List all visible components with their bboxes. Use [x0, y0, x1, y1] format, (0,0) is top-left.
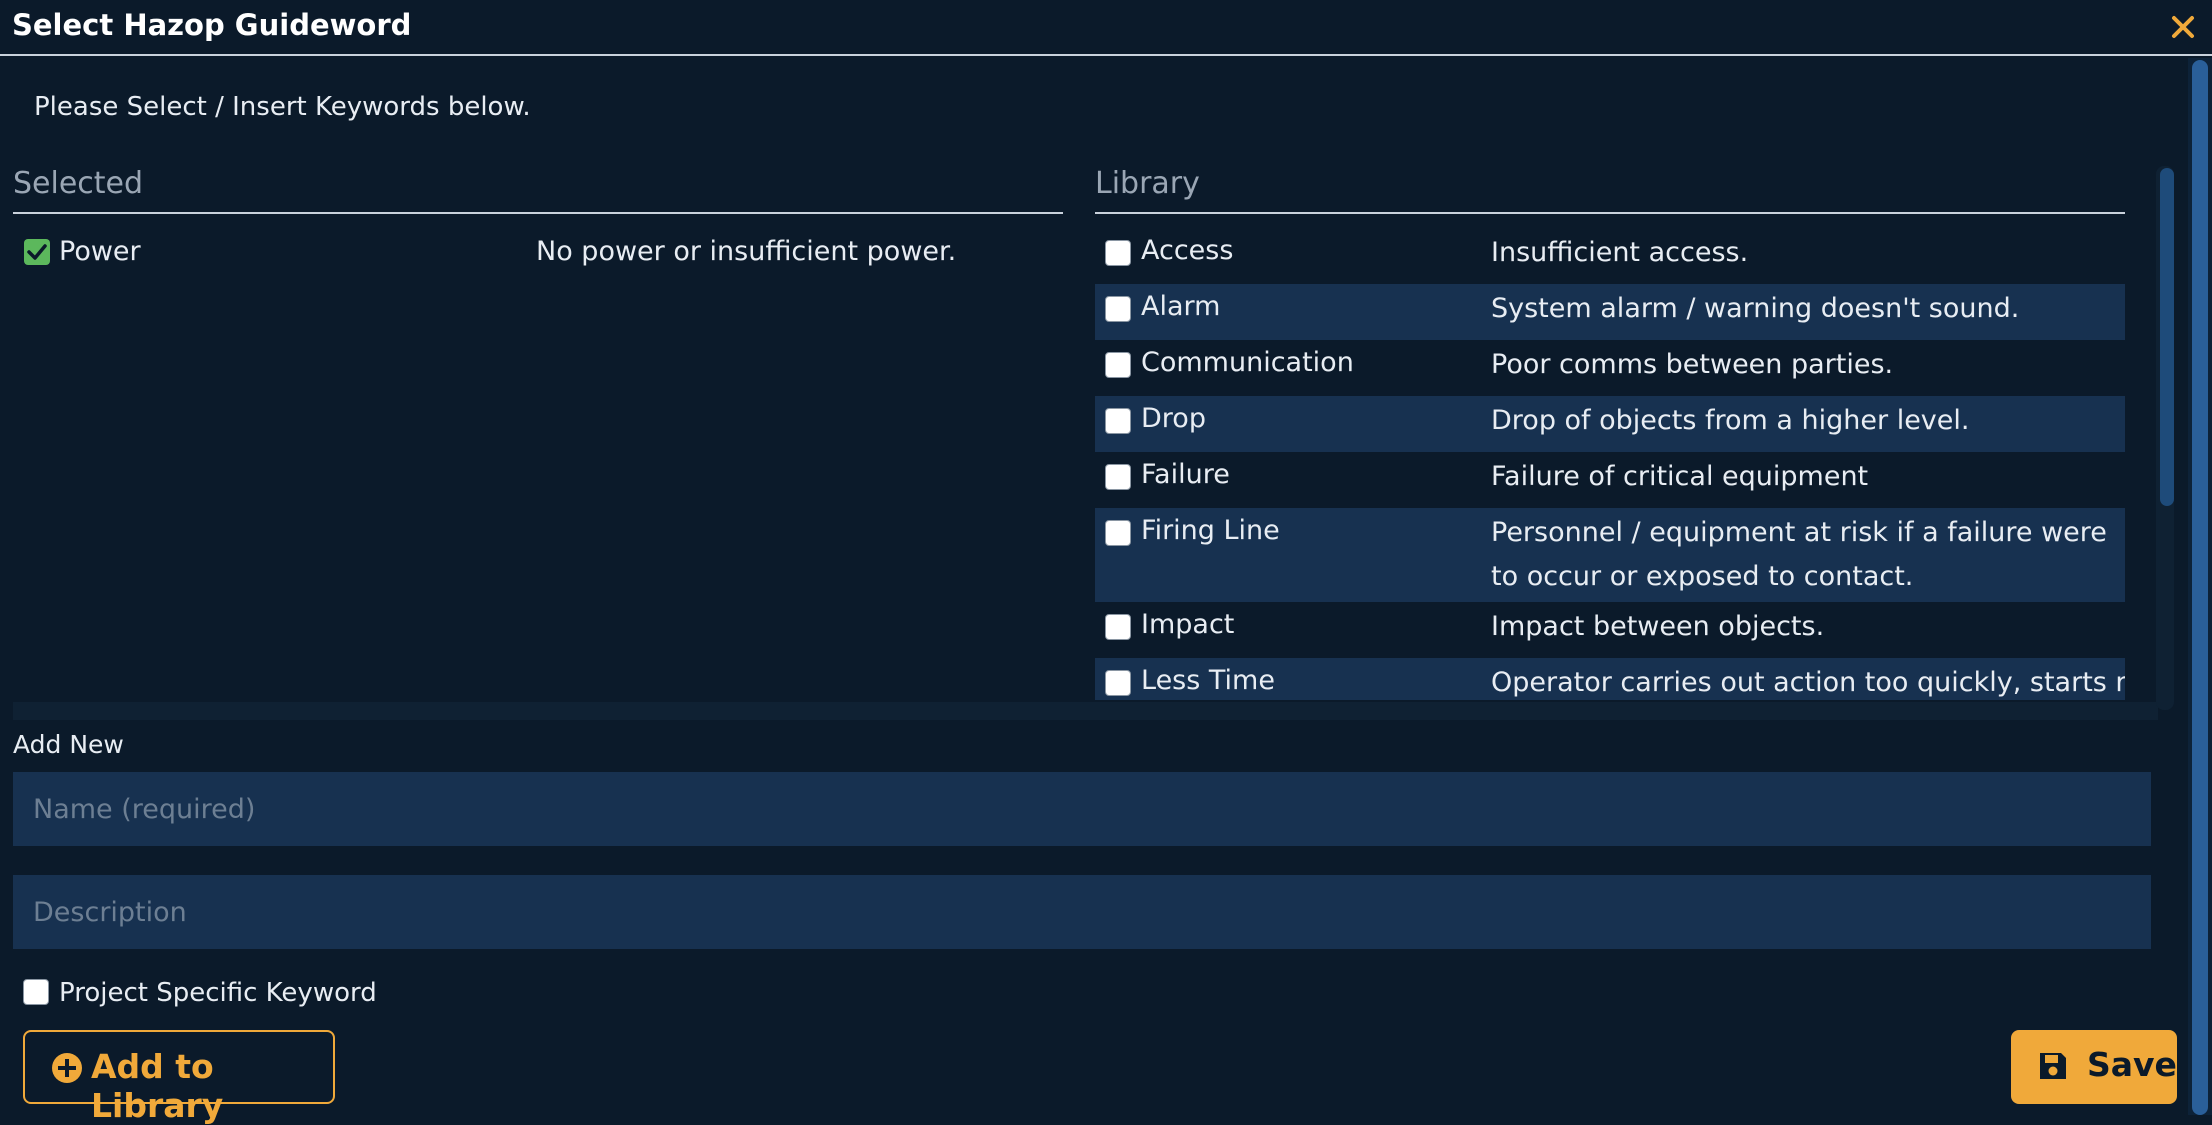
floppy-disk-icon — [2037, 1050, 2069, 1090]
checkbox[interactable] — [1105, 520, 1131, 546]
close-button[interactable] — [2166, 10, 2200, 44]
horizontal-scrollbar[interactable] — [13, 702, 2158, 720]
library-item-name: Drop — [1141, 403, 1206, 434]
checkbox[interactable] — [1105, 670, 1131, 696]
checkbox[interactable] — [1105, 408, 1131, 434]
checkmark-icon — [27, 244, 47, 260]
library-header: Library — [1095, 166, 2125, 214]
checkbox[interactable] — [1105, 614, 1131, 640]
checkbox[interactable] — [1105, 296, 1131, 322]
save-button[interactable]: Save — [2011, 1030, 2177, 1104]
library-list[interactable]: Access Insufficient access. Alarm System… — [1095, 228, 2125, 700]
library-item-alarm[interactable]: Alarm System alarm / warning doesn't sou… — [1095, 284, 2125, 340]
project-specific-checkbox[interactable] — [23, 979, 49, 1005]
selected-list: Power No power or insufficient power. — [13, 228, 1063, 280]
add-to-library-label: Add to Library — [91, 1047, 224, 1125]
library-item-description: Insufficient access. — [1491, 237, 1749, 268]
selected-header: Selected — [13, 166, 1063, 214]
library-item-description: Poor comms between parties. — [1491, 349, 1894, 380]
selected-item-description: No power or insufficient power. — [536, 236, 957, 267]
library-item-description: Drop of objects from a higher level. — [1491, 405, 1970, 436]
library-item-name: Communication — [1141, 347, 1354, 378]
checkbox[interactable] — [1105, 464, 1131, 490]
library-header-label: Library — [1095, 166, 1200, 201]
library-item-name: Less Time — [1141, 665, 1275, 696]
library-item-description: Impact between objects. — [1491, 611, 1825, 642]
library-item-name: Access — [1141, 235, 1234, 266]
library-item-name: Impact — [1141, 609, 1235, 640]
library-item-access[interactable]: Access Insufficient access. — [1095, 228, 2125, 284]
library-item-description: Operator carries out action too quickly,… — [1491, 667, 2125, 698]
add-new-label: Add New — [13, 730, 124, 759]
name-input[interactable] — [13, 772, 2151, 846]
project-specific-label: Project Specific Keyword — [59, 978, 377, 1008]
add-to-library-button[interactable]: Add to Library — [23, 1030, 335, 1125]
library-item-impact[interactable]: Impact Impact between objects. — [1095, 602, 2125, 658]
library-item-name: Failure — [1141, 459, 1230, 490]
dialog-titlebar: Select Hazop Guideword — [0, 0, 2212, 56]
library-item-name: Firing Line — [1141, 515, 1280, 546]
dialog-title: Select Hazop Guideword — [12, 8, 412, 42]
library-item-drop[interactable]: Drop Drop of objects from a higher level… — [1095, 396, 2125, 452]
selected-item[interactable]: Power No power or insufficient power. — [13, 228, 1063, 280]
library-item-description: Failure of critical equipment — [1491, 461, 1869, 492]
plus-circle-icon — [51, 1052, 83, 1092]
close-icon — [2172, 16, 2194, 38]
library-item-failure[interactable]: Failure Failure of critical equipment — [1095, 452, 2125, 508]
selected-header-label: Selected — [13, 166, 144, 201]
checkbox[interactable] — [1105, 240, 1131, 266]
library-item-description: Personnel / equipment at risk if a failu… — [1491, 517, 2107, 592]
checkbox-checked[interactable] — [24, 239, 50, 265]
library-item-communication[interactable]: Communication Poor comms between parties… — [1095, 340, 2125, 396]
selected-item-name: Power — [59, 236, 141, 267]
library-item-description: System alarm / warning doesn't sound. — [1491, 293, 2020, 324]
library-item-less-time[interactable]: Less Time Operator carries out action to… — [1095, 658, 2125, 700]
library-item-firing-line[interactable]: Firing Line Personnel / equipment at ris… — [1095, 508, 2125, 602]
save-label: Save — [2087, 1045, 2177, 1084]
instructions-text: Please Select / Insert Keywords below. — [34, 92, 531, 122]
checkbox[interactable] — [1105, 352, 1131, 378]
library-item-name: Alarm — [1141, 291, 1221, 322]
dialog-scrollbar-thumb[interactable] — [2192, 60, 2208, 1115]
description-input[interactable] — [13, 875, 2151, 949]
library-scrollbar-thumb[interactable] — [2160, 168, 2174, 506]
